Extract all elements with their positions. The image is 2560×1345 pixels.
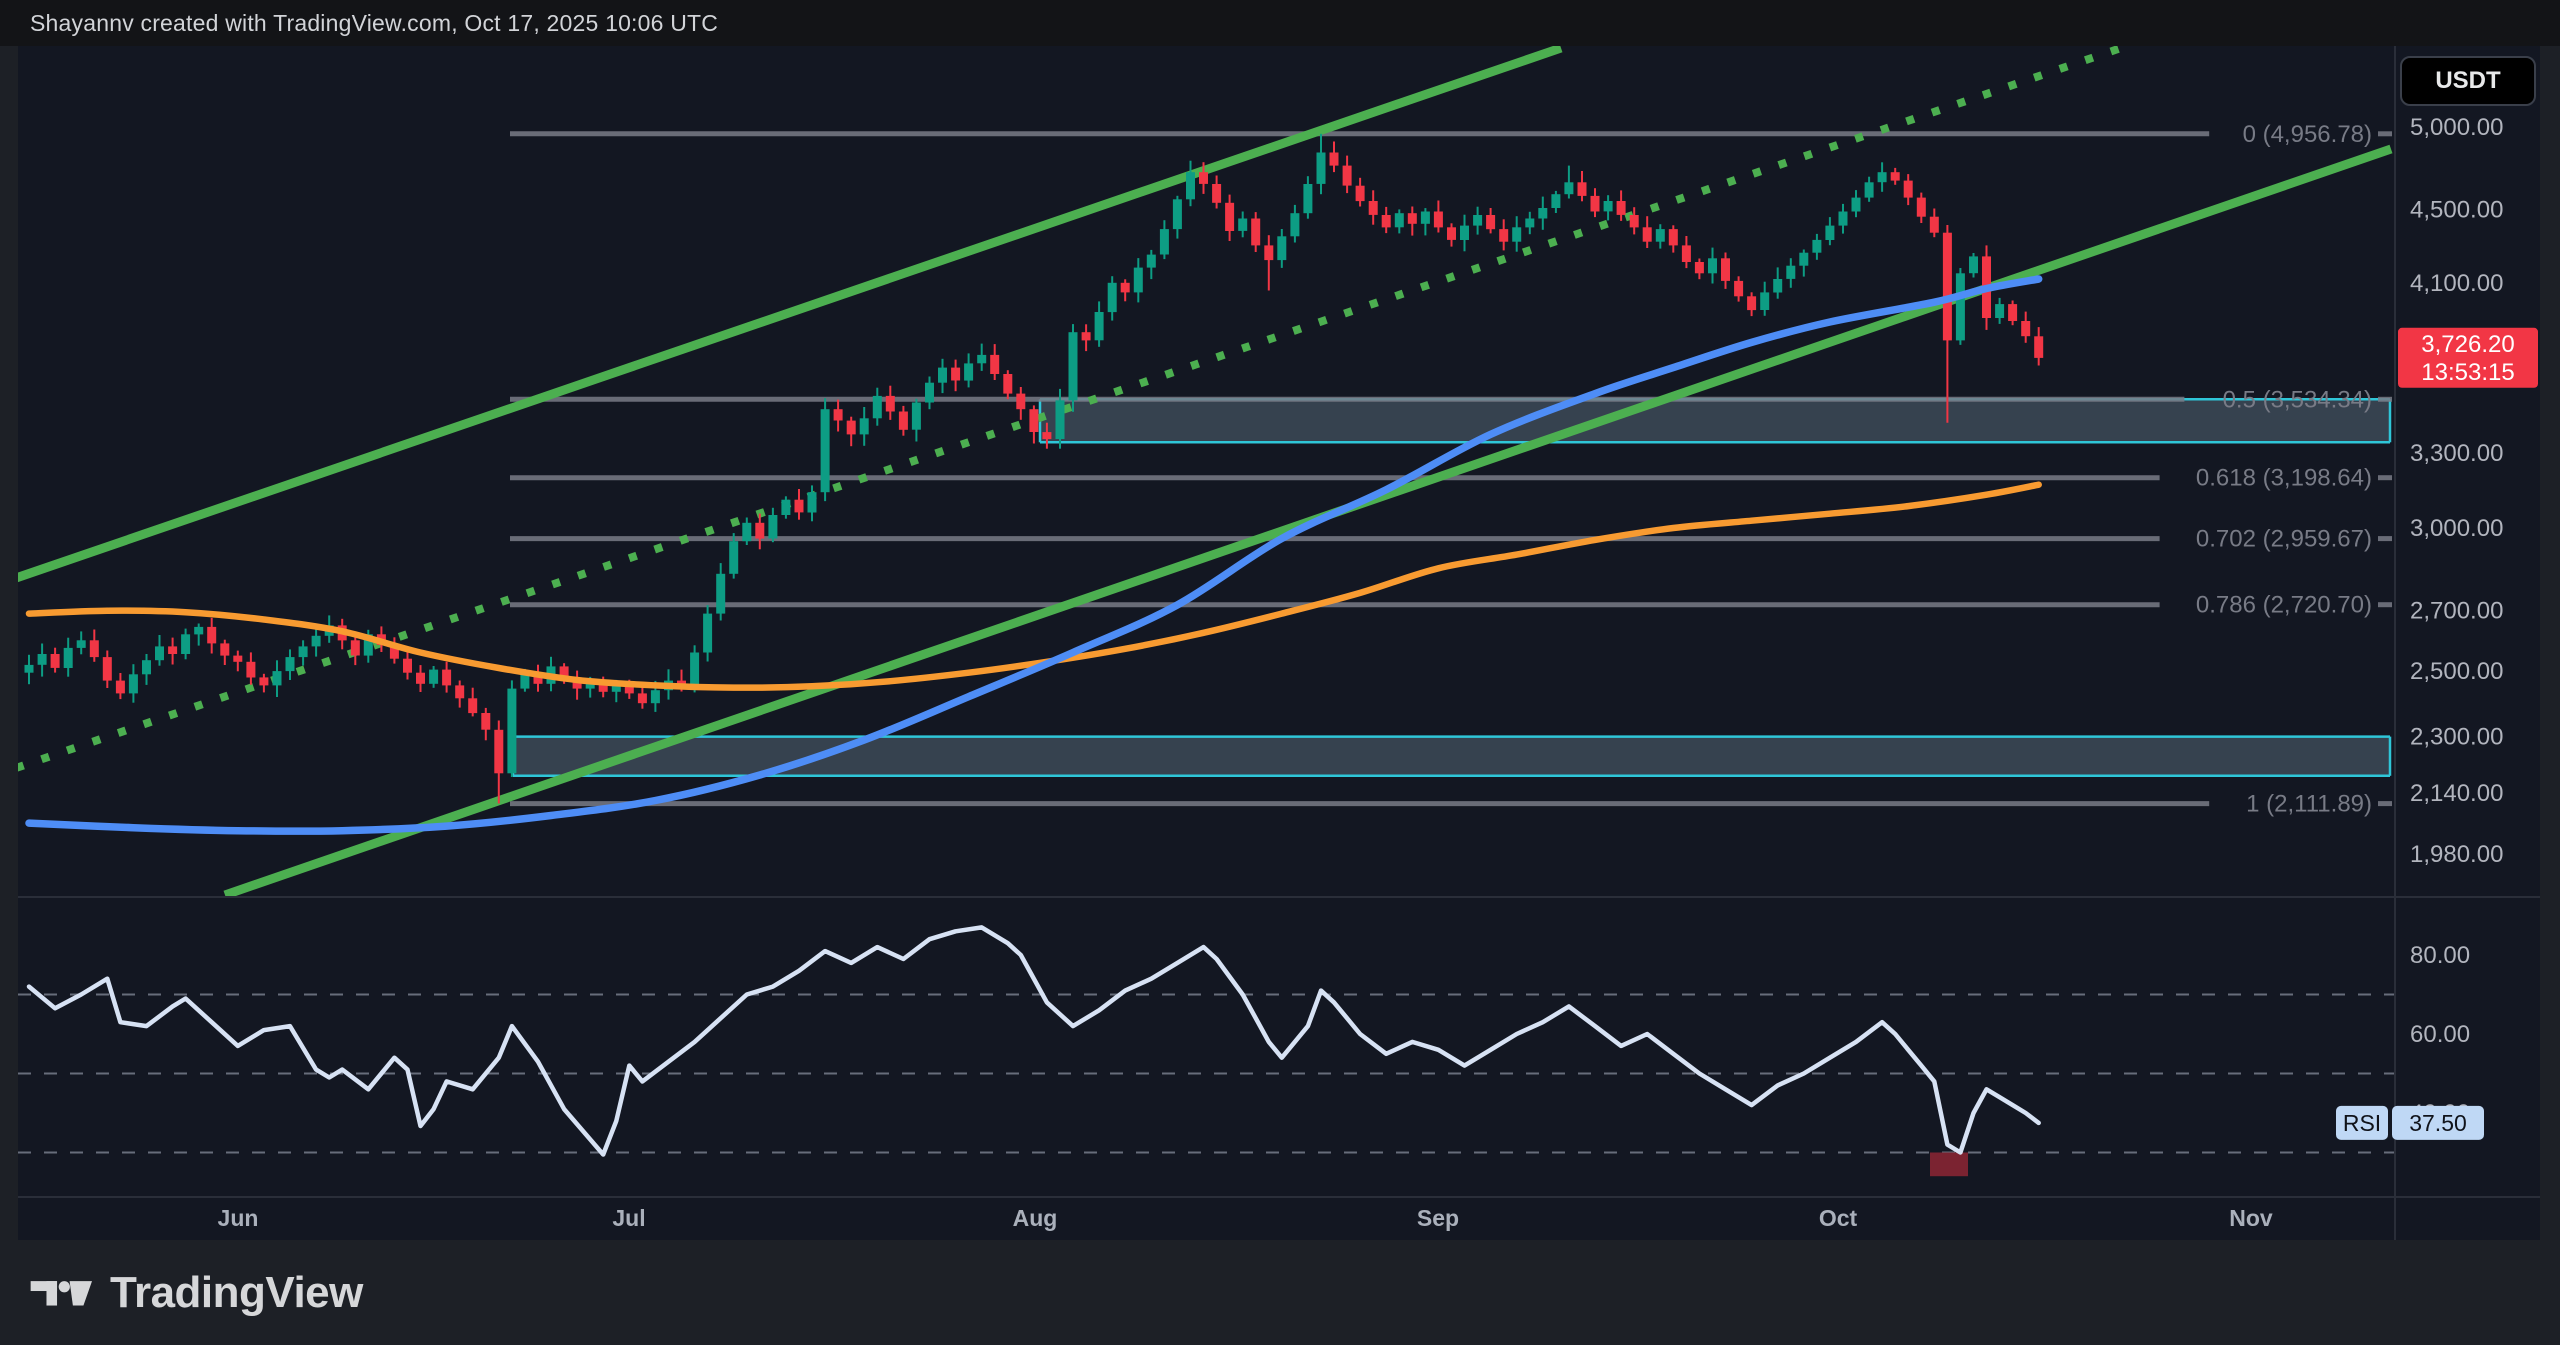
rsi-axis[interactable]: 80.0060.0040.00: [2410, 942, 2470, 1127]
price-tick-label: 4,100.00: [2410, 270, 2503, 297]
svg-text:0.5 (3,534.34): 0.5 (3,534.34): [2223, 386, 2372, 413]
logo-bar: TradingView: [0, 1240, 2560, 1345]
price-tick-label: 2,500.00: [2410, 658, 2503, 685]
time-axis[interactable]: Jun Jul Aug Sep Oct Nov: [218, 1205, 2273, 1231]
price-tick-label: 2,140.00: [2410, 780, 2503, 807]
svg-text:0.618 (3,198.64): 0.618 (3,198.64): [2196, 465, 2372, 492]
svg-text:3,726.20: 3,726.20: [2421, 331, 2514, 358]
rsi-line: [29, 927, 2039, 1154]
support-zone: [513, 737, 2390, 776]
rsi-tick-label: 80.00: [2410, 942, 2470, 969]
support-zone: [1040, 399, 2390, 442]
svg-text:37.50: 37.50: [2409, 1110, 2467, 1136]
svg-text:13:53:15: 13:53:15: [2421, 359, 2514, 386]
tradingview-logo-text: TradingView: [110, 1268, 363, 1318]
svg-text:1 (2,111.89): 1 (2,111.89): [2246, 791, 2372, 818]
price-pane: [16, 48, 2392, 895]
price-tick-label: 3,000.00: [2410, 515, 2503, 542]
attribution-text: Shayannv created with TradingView.com, O…: [30, 10, 718, 37]
price-axis[interactable]: 5,000.00 4,500.00 4,100.00 3,300.00 3,000.00…: [2410, 114, 2503, 868]
month-label: Sep: [1417, 1205, 1459, 1231]
month-label: Nov: [2229, 1205, 2273, 1231]
price-tick-label: 5,000.00: [2410, 114, 2503, 141]
month-label: Aug: [1013, 1205, 1058, 1231]
rsi-pane: [18, 927, 2395, 1176]
svg-text:0 (4,956.78): 0 (4,956.78): [2243, 121, 2372, 148]
price-tick-label: 3,300.00: [2410, 440, 2503, 467]
svg-text:0.786 (2,720.70): 0.786 (2,720.70): [2196, 592, 2372, 619]
fib-labels: 0 (4,956.78) 0.5 (3,534.34) 0.618 (3,198.6…: [2196, 121, 2372, 818]
chart-canvas[interactable]: 0 (4,956.78) 0.5 (3,534.34) 0.618 (3,198.6…: [0, 0, 2560, 1345]
month-label: Jul: [612, 1205, 645, 1231]
rsi-oversold-marker: [1930, 1153, 1968, 1177]
svg-text:RSI: RSI: [2343, 1110, 2381, 1136]
price-tick-label: 4,500.00: [2410, 197, 2503, 224]
price-tick-label: 1,980.00: [2410, 841, 2503, 868]
price-tick-label: 2,300.00: [2410, 724, 2503, 751]
month-label: Jun: [218, 1205, 259, 1231]
month-label: Oct: [1819, 1205, 1858, 1231]
currency-toggle-usdt-button[interactable]: USDT: [2400, 56, 2536, 106]
tradingview-logo-icon: [28, 1271, 94, 1315]
rsi-tick-label: 60.00: [2410, 1021, 2470, 1048]
rsi-badge: RSI 37.50: [2336, 1106, 2484, 1140]
price-tick-label: 2,700.00: [2410, 598, 2503, 625]
ma-orange-line: [29, 485, 2039, 688]
attribution-bar: Shayannv created with TradingView.com, O…: [0, 0, 2560, 46]
trendline-channel-upper: [16, 48, 1561, 578]
last-price-badge: 3,726.2013:53:15: [2398, 328, 2538, 388]
tradingview-chart-snapshot: Shayannv created with TradingView.com, O…: [0, 0, 2560, 1345]
tradingview-watermark: TradingView: [28, 1268, 363, 1318]
svg-text:0.702 (2,959.67): 0.702 (2,959.67): [2196, 526, 2372, 553]
